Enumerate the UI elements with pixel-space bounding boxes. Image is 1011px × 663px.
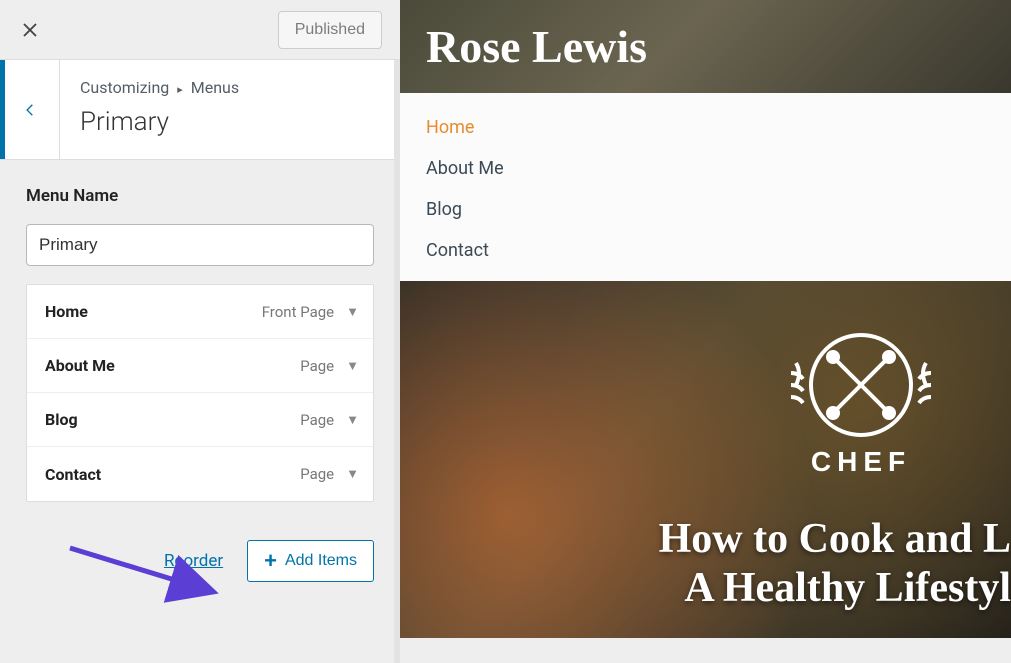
publish-status-button[interactable]: Published <box>278 11 382 49</box>
hero-line-2: A Healthy Lifestyl <box>659 564 1011 614</box>
chevron-down-icon: ▼ <box>346 304 359 320</box>
panel-body: Menu Name Home Front Page ▼ About Me Pag… <box>0 160 400 502</box>
menu-item-row[interactable]: Home Front Page ▼ <box>27 285 373 339</box>
breadcrumb-root: Customizing <box>80 78 169 97</box>
menu-item-list: Home Front Page ▼ About Me Page ▼ Blog P… <box>26 284 374 502</box>
menu-item-title: Home <box>45 302 88 321</box>
menu-actions: Reorder + Add Items <box>0 502 400 608</box>
menu-item-row[interactable]: Blog Page ▼ <box>27 393 373 447</box>
close-icon <box>21 21 39 39</box>
breadcrumb-row: Customizing ▸ Menus Primary <box>0 60 400 160</box>
chevron-left-icon <box>23 99 37 121</box>
hero-headline: How to Cook and L A Healthy Lifestyl <box>659 515 1011 614</box>
chef-badge-icon: CHEF <box>761 303 961 503</box>
menu-name-input[interactable] <box>26 224 374 266</box>
menu-item-title: Blog <box>45 410 78 429</box>
close-button[interactable] <box>0 0 60 60</box>
menu-item-row[interactable]: About Me Page ▼ <box>27 339 373 393</box>
site-nav: Home About Me Blog Contact <box>400 93 1011 281</box>
chevron-down-icon: ▼ <box>346 358 359 374</box>
nav-link-about[interactable]: About Me <box>426 148 1011 189</box>
reorder-link[interactable]: Reorder <box>164 551 223 571</box>
menu-item-type: Page <box>300 465 334 483</box>
nav-link-blog[interactable]: Blog <box>426 189 1011 230</box>
chevron-down-icon: ▼ <box>346 466 359 482</box>
menu-item-title: About Me <box>45 356 115 375</box>
menu-item-type: Front Page <box>262 303 334 321</box>
chevron-down-icon: ▼ <box>346 412 359 428</box>
menu-item-type: Page <box>300 357 334 375</box>
add-items-button[interactable]: + Add Items <box>247 540 374 582</box>
menu-item-row[interactable]: Contact Page ▼ <box>27 447 373 501</box>
chef-badge-text: CHEF <box>811 446 911 477</box>
menu-item-type: Page <box>300 411 334 429</box>
hero-line-1: How to Cook and L <box>659 515 1011 565</box>
breadcrumb: Customizing ▸ Menus Primary <box>60 60 259 159</box>
back-button[interactable] <box>0 60 60 159</box>
site-preview: Rose Lewis Home About Me Blog Contact <box>400 0 1011 663</box>
nav-link-contact[interactable]: Contact <box>426 230 1011 271</box>
brand-logo: Rose Lewis <box>426 24 647 70</box>
hero-section: CHEF How to Cook and L A Healthy Lifesty… <box>400 281 1011 638</box>
breadcrumb-separator-icon: ▸ <box>177 83 183 96</box>
brand-band: Rose Lewis <box>400 0 1011 93</box>
customizer-topbar: Published <box>0 0 400 60</box>
add-items-label: Add Items <box>285 552 357 570</box>
page-title: Primary <box>80 107 239 137</box>
nav-link-home[interactable]: Home <box>426 107 1011 148</box>
customizer-panel: Published Customizing ▸ Menus Primary Me… <box>0 0 400 663</box>
menu-name-label: Menu Name <box>26 186 374 206</box>
breadcrumb-section: Menus <box>191 78 239 97</box>
menu-item-title: Contact <box>45 465 101 484</box>
